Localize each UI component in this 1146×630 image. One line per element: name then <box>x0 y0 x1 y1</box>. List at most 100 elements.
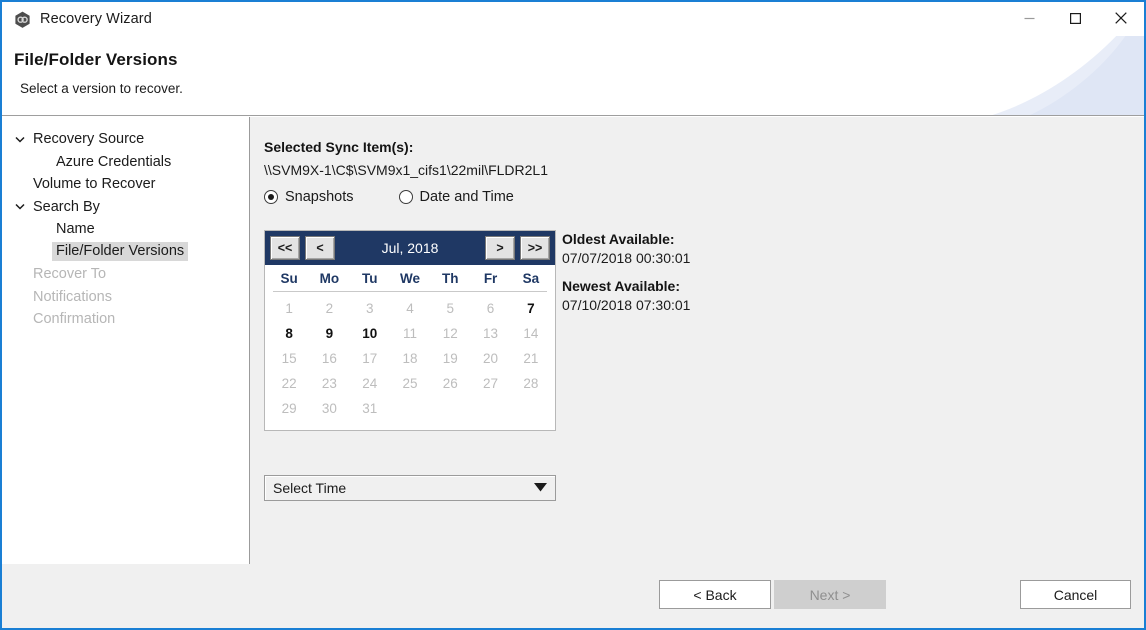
sidebar-item-confirmation: Confirmation <box>2 308 249 331</box>
calendar-day: 31 <box>350 397 390 420</box>
page-title: File/Folder Versions <box>14 50 178 70</box>
calendar-day: 22 <box>269 372 309 395</box>
calendar-day[interactable]: 8 <box>269 322 309 345</box>
calendar-next-year-button[interactable]: >> <box>520 236 550 260</box>
calendar-day: 30 <box>309 397 349 420</box>
calendar-day[interactable]: 10 <box>350 322 390 345</box>
newest-available-label: Newest Available: <box>562 278 690 294</box>
calendar-weekday-header: SuMoTuWeThFrSa <box>265 265 555 289</box>
page-subtitle: Select a version to recover. <box>20 81 183 96</box>
calendar-day: 3 <box>350 297 390 320</box>
calendar-day: 18 <box>390 347 430 370</box>
sidebar-item-file-folder-versions[interactable]: File/Folder Versions <box>2 241 249 264</box>
calendar-day: 17 <box>350 347 390 370</box>
calendar-day: 13 <box>470 322 510 345</box>
sidebar-item-label: Volume to Recover <box>33 176 156 192</box>
calendar-day: 12 <box>430 322 470 345</box>
radio-snapshots[interactable]: Snapshots <box>264 189 354 205</box>
sidebar-item-recovery-source[interactable]: Recovery Source <box>2 128 249 151</box>
calendar-day: 27 <box>470 372 510 395</box>
title-bar-left: Recovery Wizard <box>14 2 152 36</box>
back-button[interactable]: < Back <box>659 580 771 609</box>
newest-available-block: Newest Available: 07/10/2018 07:30:01 <box>562 278 690 313</box>
sync-items-label: Selected Sync Item(s): <box>264 139 413 155</box>
radio-label-snapshots: Snapshots <box>285 189 354 205</box>
maximize-icon[interactable] <box>1052 2 1098 34</box>
window-controls <box>1006 2 1144 34</box>
calendar-weekday: Su <box>269 271 309 286</box>
calendar-day: 15 <box>269 347 309 370</box>
calendar-header: << < Jul, 2018 > >> <box>265 231 555 265</box>
calendar-day-grid: 1234567891011121314151617181920212223242… <box>265 292 555 430</box>
next-button[interactable]: Next > <box>774 580 886 609</box>
calendar-day: 20 <box>470 347 510 370</box>
time-select[interactable]: Select Time <box>264 475 556 501</box>
decorative-swoosh <box>914 36 1144 116</box>
app-hexagon-icon <box>14 11 31 28</box>
calendar-day[interactable]: 9 <box>309 322 349 345</box>
sidebar-item-label: Notifications <box>33 289 112 305</box>
calendar-day: 5 <box>430 297 470 320</box>
radio-date-and-time[interactable]: Date and Time <box>399 189 514 205</box>
sidebar-item-azure-credentials[interactable]: Azure Credentials <box>2 151 249 174</box>
sidebar-item-label: Name <box>56 221 95 237</box>
oldest-available-block: Oldest Available: 07/07/2018 00:30:01 <box>562 231 690 266</box>
calendar-day: 21 <box>511 347 551 370</box>
mode-radio-group: Snapshots Date and Time <box>264 189 559 205</box>
calendar-day: 4 <box>390 297 430 320</box>
calendar-day: 1 <box>269 297 309 320</box>
calendar-day: 2 <box>309 297 349 320</box>
calendar-next-month-button[interactable]: > <box>485 236 515 260</box>
sidebar-item-label: Azure Credentials <box>56 154 171 170</box>
calendar-day: 28 <box>511 372 551 395</box>
sync-item-path: \\SVM9X-1\C$\SVM9x1_cifs1\22mil\FLDR2L1 <box>264 162 548 178</box>
calendar-weekday: Mo <box>309 271 349 286</box>
header-divider <box>2 115 1144 116</box>
sidebar-item-label: Recover To <box>33 266 106 282</box>
sidebar-item-label: File/Folder Versions <box>52 242 188 261</box>
radio-label-date-and-time: Date and Time <box>420 189 514 205</box>
calendar-day: 25 <box>390 372 430 395</box>
calendar-day: 6 <box>470 297 510 320</box>
close-icon[interactable] <box>1098 2 1144 34</box>
window-title: Recovery Wizard <box>40 11 152 27</box>
chevron-down-icon <box>14 136 26 143</box>
sidebar-item-label: Search By <box>33 199 100 215</box>
newest-available-value: 07/10/2018 07:30:01 <box>562 297 690 313</box>
sidebar-item-name[interactable]: Name <box>2 218 249 241</box>
title-bar: Recovery Wizard <box>2 2 1144 36</box>
calendar-weekday: We <box>390 271 430 286</box>
page-header: File/Folder Versions Select a version to… <box>2 36 1144 116</box>
calendar-day: 26 <box>430 372 470 395</box>
sidebar-item-label: Recovery Source <box>33 131 144 147</box>
calendar-day[interactable]: 7 <box>511 297 551 320</box>
content-panel: Selected Sync Item(s): \\SVM9X-1\C$\SVM9… <box>250 117 1144 565</box>
cancel-button[interactable]: Cancel <box>1020 580 1131 609</box>
sidebar-item-recover-to: Recover To <box>2 263 249 286</box>
sidebar-item-volume-to-recover[interactable]: Volume to Recover <box>2 173 249 196</box>
calendar-day: 23 <box>309 372 349 395</box>
oldest-available-label: Oldest Available: <box>562 231 690 247</box>
calendar-weekday: Sa <box>511 271 551 286</box>
calendar-day: 24 <box>350 372 390 395</box>
calendar-day: 16 <box>309 347 349 370</box>
calendar-title: Jul, 2018 <box>335 240 485 256</box>
calendar-weekday: Tu <box>350 271 390 286</box>
sidebar-item-search-by[interactable]: Search By <box>2 196 249 219</box>
calendar-day: 19 <box>430 347 470 370</box>
calendar-prev-year-button[interactable]: << <box>270 236 300 260</box>
snapshot-calendar: << < Jul, 2018 > >> SuMoTuWeThFrSa 12345… <box>264 230 556 431</box>
oldest-available-value: 07/07/2018 00:30:01 <box>562 250 690 266</box>
chevron-down-icon <box>14 203 26 210</box>
wizard-body: Recovery Source Azure Credentials Volume t… <box>2 117 1144 565</box>
recovery-wizard-window: Recovery Wizard File/Folder Versions Sel… <box>0 0 1146 630</box>
calendar-prev-month-button[interactable]: < <box>305 236 335 260</box>
wizard-step-nav: Recovery Source Azure Credentials Volume t… <box>2 117 250 565</box>
calendar-day: 29 <box>269 397 309 420</box>
chevron-down-icon <box>534 479 547 497</box>
time-select-value: Select Time <box>273 480 534 496</box>
radio-dot-snapshots <box>264 190 278 204</box>
radio-dot-date-and-time <box>399 190 413 204</box>
minimize-icon[interactable] <box>1006 2 1052 34</box>
sidebar-item-notifications: Notifications <box>2 286 249 309</box>
